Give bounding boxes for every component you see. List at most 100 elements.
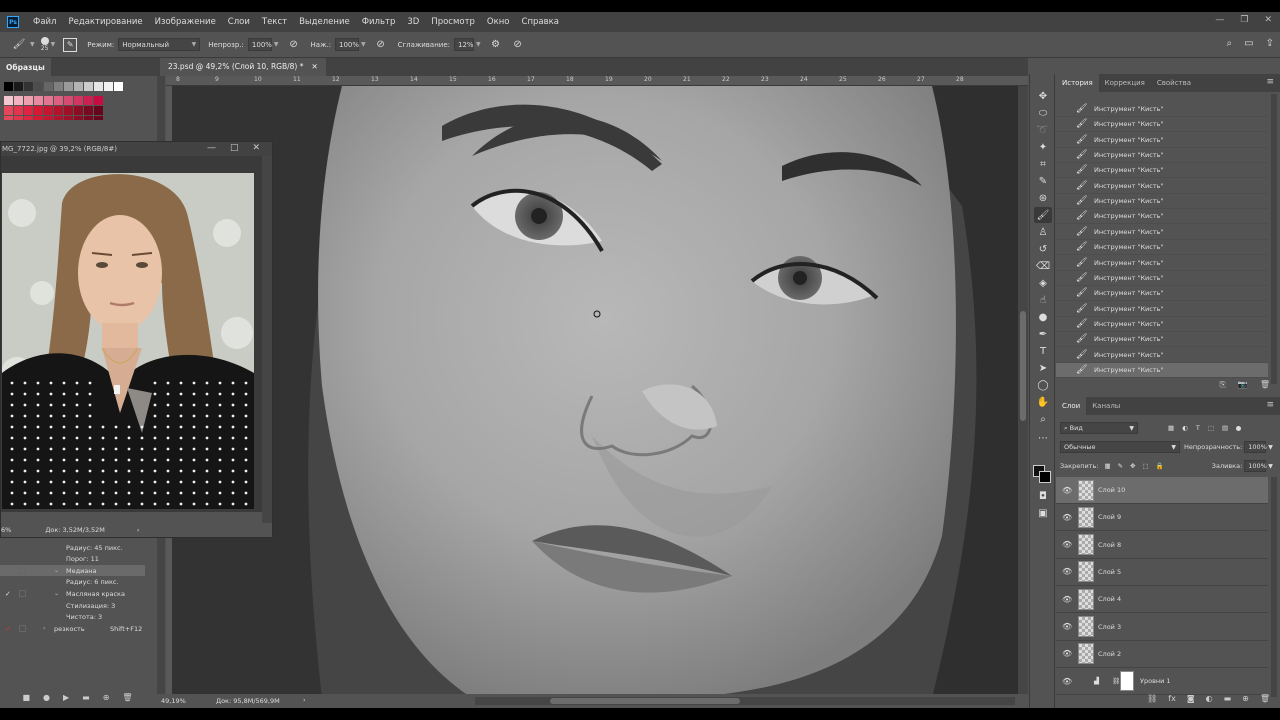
swatch[interactable]: [64, 116, 73, 120]
history-state[interactable]: 🖌 Инструмент "Кисть": [1056, 179, 1268, 194]
layer-name[interactable]: Слой 9: [1098, 513, 1121, 521]
opacity-input[interactable]: 100%: [247, 38, 272, 51]
eye-icon[interactable]: 👁: [1062, 622, 1072, 631]
new-document-from-state-icon[interactable]: ⎘: [1219, 380, 1225, 390]
eye-icon[interactable]: 👁: [1062, 649, 1072, 658]
canvas-vertical-scrollbar[interactable]: [1018, 86, 1028, 698]
layer-row[interactable]: 👁 Слой 3: [1056, 614, 1268, 641]
ellipse-tool-icon[interactable]: ◯: [1034, 377, 1052, 393]
swatch[interactable]: [44, 106, 53, 115]
history-scrollbar[interactable]: [1271, 94, 1277, 384]
chevron-down-icon[interactable]: ▼: [51, 41, 56, 48]
swatch[interactable]: [44, 82, 53, 91]
swatch[interactable]: [74, 116, 83, 120]
layer-row[interactable]: 👁 Слой 10: [1056, 477, 1268, 504]
history-state[interactable]: 🖌 Инструмент "Кисть": [1056, 209, 1268, 225]
menu-file[interactable]: Файл: [27, 17, 62, 27]
chevron-down-icon[interactable]: ▼: [30, 41, 35, 48]
swatch[interactable]: [24, 106, 33, 115]
swatch[interactable]: [24, 96, 33, 105]
minimize-icon[interactable]: —: [207, 143, 216, 153]
filter-shape-icon[interactable]: ⬚: [1208, 424, 1214, 432]
swatch[interactable]: [44, 116, 53, 120]
crop-tool-icon[interactable]: ⌗: [1034, 156, 1052, 172]
history-state[interactable]: 🖌 Инструмент "Кисть": [1056, 332, 1268, 348]
swatch[interactable]: [14, 82, 23, 91]
swatch[interactable]: [54, 82, 63, 91]
trash-icon[interactable]: 🗑: [1260, 694, 1270, 703]
trash-icon[interactable]: 🗑: [1260, 380, 1270, 390]
history-state[interactable]: 🖌 Инструмент "Кисть": [1056, 348, 1268, 363]
layer-name[interactable]: Слой 10: [1098, 486, 1125, 494]
stop-icon[interactable]: ■: [22, 693, 30, 702]
swatch[interactable]: [34, 82, 43, 91]
swatches-tab[interactable]: Образцы: [0, 58, 51, 76]
minimize-icon[interactable]: —: [1215, 15, 1224, 25]
chevron-right-icon[interactable]: ›: [137, 526, 140, 534]
action-row[interactable]: ✓ ⌄ Масляная краска: [0, 588, 145, 599]
swatch[interactable]: [14, 106, 23, 115]
magic-wand-tool-icon[interactable]: ✦: [1034, 139, 1052, 155]
layer-row[interactable]: 👁 Слой 4: [1056, 586, 1268, 614]
layer-name[interactable]: Слой 2: [1098, 650, 1121, 658]
history-state[interactable]: 🖌 Инструмент "Кисть": [1056, 117, 1268, 133]
panel-menu-icon[interactable]: ≡: [1266, 400, 1274, 410]
reference-image-window[interactable]: MG_7722.jpg @ 39,2% (RGB/8#) — □ ✕ 6% До…: [0, 141, 273, 538]
swatch[interactable]: [34, 96, 43, 105]
layer-row[interactable]: 👁 ▟ ⛓ Уровни 1: [1056, 668, 1268, 696]
layers-scrollbar[interactable]: [1271, 477, 1277, 697]
chevron-down-icon[interactable]: ▼: [274, 41, 279, 48]
layer-thumbnail[interactable]: [1078, 561, 1094, 583]
history-state[interactable]: 🖌 Инструмент "Кисть": [1056, 133, 1268, 148]
stamp-tool-icon[interactable]: ♙: [1034, 224, 1052, 240]
eyedropper-tool-icon[interactable]: ✎: [1034, 173, 1052, 189]
restore-icon[interactable]: ❐: [1240, 15, 1248, 25]
canvas-horizontal-scrollbar[interactable]: [475, 697, 1015, 705]
blend-mode-select[interactable]: Обычные ▼: [1060, 441, 1180, 453]
bucket-tool-icon[interactable]: ◈: [1034, 275, 1052, 291]
reference-window-titlebar[interactable]: MG_7722.jpg @ 39,2% (RGB/8#) — □ ✕: [1, 142, 272, 156]
layer-name[interactable]: Слой 8: [1098, 541, 1121, 549]
swatch[interactable]: [74, 82, 83, 91]
path-selection-tool-icon[interactable]: ➤: [1034, 360, 1052, 376]
close-icon[interactable]: ✕: [1264, 15, 1272, 25]
reference-zoom[interactable]: 6%: [1, 526, 11, 534]
swatch[interactable]: [64, 96, 73, 105]
swatch[interactable]: [24, 82, 33, 91]
tab-layers[interactable]: Слои: [1056, 397, 1087, 415]
menu-select[interactable]: Выделение: [293, 17, 356, 27]
layer-thumbnail[interactable]: [1078, 643, 1094, 665]
layer-name[interactable]: Слой 5: [1098, 568, 1121, 576]
swatch[interactable]: [94, 116, 103, 120]
layer-thumbnail[interactable]: [1078, 479, 1094, 501]
lock-position-icon[interactable]: ✥: [1130, 462, 1135, 470]
layer-row[interactable]: 👁 Слой 9: [1056, 504, 1268, 532]
background-color[interactable]: [1039, 471, 1051, 483]
check-icon[interactable]: ✓: [5, 590, 11, 598]
history-state[interactable]: 🖌 Инструмент "Кисть": [1056, 362, 1268, 378]
pressure-opacity-icon[interactable]: ⊘: [287, 38, 301, 52]
swatch[interactable]: [94, 82, 103, 91]
layer-name[interactable]: Слой 4: [1098, 595, 1121, 603]
swatch[interactable]: [54, 116, 63, 120]
filter-pixel-icon[interactable]: ▦: [1168, 424, 1174, 432]
layer-style-icon[interactable]: fx: [1168, 694, 1176, 703]
play-icon[interactable]: ▶: [63, 693, 69, 702]
action-row[interactable]: Радиус: 6 пикс.: [0, 577, 145, 588]
trash-icon[interactable]: 🗑: [122, 693, 132, 702]
healing-tool-icon[interactable]: ⊛: [1034, 190, 1052, 206]
brush-size-preview[interactable]: 25: [40, 37, 49, 52]
marquee-tool-icon[interactable]: ⬭: [1034, 105, 1052, 121]
folder-icon[interactable]: ▬: [82, 693, 90, 702]
lock-pixels-icon[interactable]: ✎: [1118, 462, 1123, 470]
swatch[interactable]: [84, 96, 93, 105]
swatch[interactable]: [24, 116, 33, 120]
fill-input[interactable]: 100%: [1244, 460, 1267, 472]
swatch[interactable]: [74, 106, 83, 115]
new-adjustment-layer-icon[interactable]: ◐: [1206, 694, 1213, 703]
swatch[interactable]: [114, 82, 123, 91]
reference-vertical-scrollbar[interactable]: [262, 156, 272, 526]
lasso-tool-icon[interactable]: ➰: [1034, 122, 1052, 138]
camera-icon[interactable]: 📷: [1238, 380, 1248, 390]
tab-properties[interactable]: Свойства: [1151, 74, 1197, 92]
